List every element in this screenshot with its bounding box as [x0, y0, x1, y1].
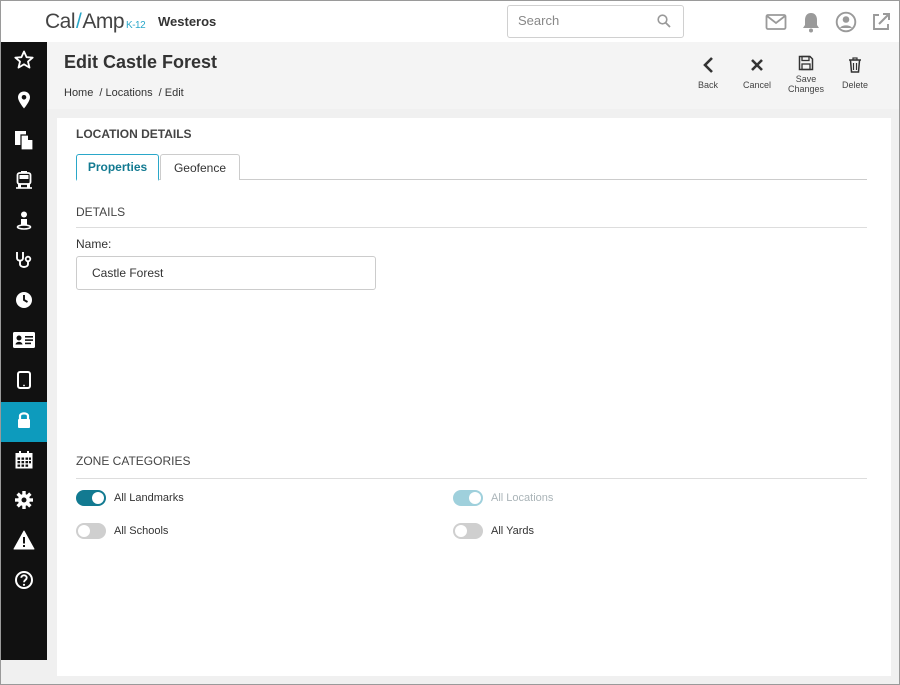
zone-label: All Schools — [114, 525, 169, 537]
stethoscope-icon — [14, 250, 34, 275]
star-icon — [14, 50, 34, 75]
tablet-icon — [15, 370, 33, 395]
name-label: Name: — [76, 237, 112, 251]
clock-icon — [14, 290, 34, 315]
section-title: LOCATION DETAILS — [76, 127, 192, 141]
back-label: Back — [697, 80, 718, 90]
warning-icon — [13, 530, 35, 555]
search-input[interactable] — [518, 13, 648, 28]
user-account-icon[interactable] — [835, 11, 857, 33]
logo-slash: / — [76, 10, 82, 33]
calendar-icon — [14, 450, 34, 475]
logo-text-cal: Cal — [45, 10, 76, 33]
bell-icon[interactable] — [800, 11, 822, 33]
delete-button[interactable]: Delete — [830, 54, 880, 90]
toggle-knob — [92, 492, 104, 504]
mail-icon[interactable] — [765, 11, 787, 33]
tab-bar: Properties Geofence — [76, 154, 867, 181]
name-field[interactable] — [76, 256, 376, 290]
trash-icon — [830, 54, 880, 76]
zone-label: All Landmarks — [114, 492, 184, 504]
sidebar-item-locations-map[interactable] — [1, 82, 47, 122]
toggle-switch-off[interactable] — [453, 523, 483, 539]
sidebar-item-settings[interactable] — [1, 482, 47, 522]
breadcrumb-locations[interactable]: / Locations — [99, 87, 152, 99]
delete-label: Delete — [841, 80, 868, 90]
toggle-switch-off[interactable] — [76, 523, 106, 539]
sidebar-item-favorites[interactable] — [1, 42, 47, 82]
sidebar-item-security[interactable] — [1, 402, 47, 442]
organization-name: Westeros — [158, 14, 217, 29]
search-box[interactable] — [507, 5, 684, 38]
gear-icon — [14, 490, 34, 515]
search-icon[interactable] — [657, 14, 671, 33]
location-details-panel: LOCATION DETAILS Properties Geofence DET… — [57, 118, 891, 676]
sidebar-item-calendar[interactable] — [1, 442, 47, 482]
lock-icon — [15, 410, 33, 435]
sidebar-nav — [1, 42, 47, 660]
bus-icon — [14, 170, 34, 195]
zone-toggle-all-schools[interactable]: All Schools — [76, 523, 168, 539]
id-card-icon — [12, 331, 36, 354]
breadcrumb: Home / Locations / Edit — [64, 87, 187, 99]
chevron-left-icon — [683, 54, 733, 76]
sidebar-item-id-cards[interactable] — [1, 322, 47, 362]
sidebar-item-history[interactable] — [1, 282, 47, 322]
tab-geofence[interactable]: Geofence — [160, 154, 240, 180]
logo-text-amp: Amp — [82, 10, 125, 33]
sidebar-item-transportation[interactable] — [1, 162, 47, 202]
zone-toggle-all-yards[interactable]: All Yards — [453, 523, 534, 539]
person-icon — [14, 210, 34, 235]
toggle-knob — [469, 492, 481, 504]
zone-toggle-all-locations: All Locations — [453, 490, 553, 506]
calamp-logo[interactable]: Cal/Amp K-12 — [45, 10, 146, 34]
toggle-knob — [78, 525, 90, 537]
documents-icon — [13, 129, 35, 156]
back-button[interactable]: Back — [683, 54, 733, 90]
top-bar: Cal/Amp K-12 Westeros — [1, 1, 899, 42]
sidebar-item-alerts[interactable] — [1, 522, 47, 562]
toggle-switch-on[interactable] — [76, 490, 106, 506]
zone-label: All Yards — [491, 525, 535, 537]
sidebar-item-help[interactable] — [1, 562, 47, 602]
save-changes-button[interactable]: Save Changes — [781, 54, 831, 94]
external-link-icon[interactable] — [870, 11, 892, 33]
sidebar-item-students[interactable] — [1, 202, 47, 242]
cancel-label: Cancel — [742, 80, 771, 90]
help-icon — [14, 570, 34, 595]
zone-divider — [76, 478, 867, 479]
app-window: Cal/Amp K-12 Westeros Search Edit Castle… — [0, 0, 900, 685]
sidebar-item-documents[interactable] — [1, 122, 47, 162]
sidebar-item-health[interactable] — [1, 242, 47, 282]
breadcrumb-home[interactable]: Home — [64, 87, 93, 99]
save-label-line2: Changes — [787, 84, 825, 94]
details-divider — [76, 227, 867, 228]
zone-toggle-all-landmarks[interactable]: All Landmarks — [76, 490, 184, 506]
sidebar-item-devices[interactable] — [1, 362, 47, 402]
breadcrumb-edit: / Edit — [158, 87, 184, 99]
save-icon — [781, 54, 831, 72]
save-label-line1: Save — [795, 74, 817, 84]
logo-sub: K-12 — [126, 20, 146, 31]
cancel-button[interactable]: Cancel — [732, 54, 782, 90]
close-icon — [732, 54, 782, 76]
page-title: Edit Castle Forest — [64, 52, 218, 72]
toggle-switch-disabled — [453, 490, 483, 506]
details-heading: DETAILS — [76, 205, 126, 219]
page-header: Edit Castle Forest Home / Locations / Ed… — [47, 42, 899, 109]
zone-categories-heading: ZONE CATEGORIES — [76, 454, 191, 468]
toggle-knob — [455, 525, 467, 537]
map-pin-icon — [14, 90, 34, 115]
tab-properties[interactable]: Properties — [76, 154, 159, 181]
zone-label: All Locations — [491, 492, 554, 504]
